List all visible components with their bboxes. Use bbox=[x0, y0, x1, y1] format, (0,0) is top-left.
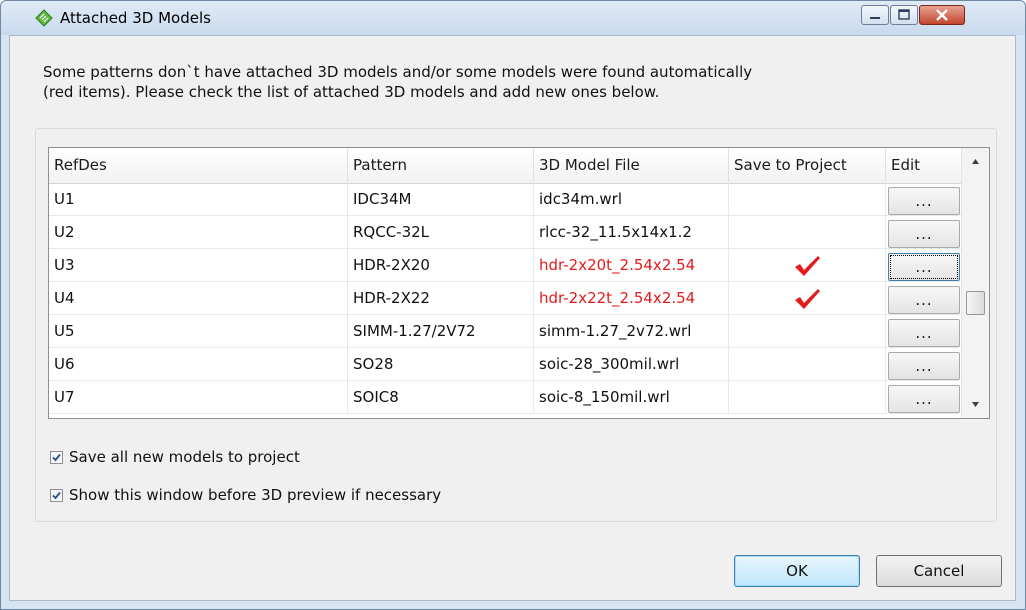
column-header-edit[interactable]: Edit bbox=[886, 148, 962, 183]
models-grid[interactable]: RefDes Pattern 3D Model File Save to Pro… bbox=[48, 147, 990, 419]
cell-edit: ... bbox=[886, 249, 962, 281]
cell-edit: ... bbox=[886, 348, 962, 380]
instructions-text: Some patterns don`t have attached 3D mod… bbox=[43, 62, 963, 102]
app-icon bbox=[35, 9, 53, 27]
cell-pattern[interactable]: HDR-2X20 bbox=[348, 249, 534, 281]
cell-refdes[interactable]: U5 bbox=[49, 315, 348, 347]
save-all-option[interactable]: Save all new models to project bbox=[50, 447, 300, 467]
edit-model-button[interactable]: ... bbox=[888, 253, 960, 281]
grid-rows: U1 IDC34M idc34m.wrl... U2 RQCC-32L rlcc-32_1… bbox=[49, 183, 962, 414]
scrollbar-thumb[interactable] bbox=[966, 291, 985, 315]
table-row[interactable]: U7 SOIC8 soic-8_150mil.wrl... bbox=[49, 381, 962, 414]
cell-refdes[interactable]: U3 bbox=[49, 249, 348, 281]
cancel-button[interactable]: Cancel bbox=[876, 555, 1002, 587]
cell-pattern[interactable]: HDR-2X22 bbox=[348, 282, 534, 314]
cell-save-to-project[interactable] bbox=[729, 216, 886, 248]
cell-save-to-project[interactable] bbox=[729, 348, 886, 380]
instructions-line-1: Some patterns don`t have attached 3D mod… bbox=[43, 63, 753, 81]
cell-save-to-project[interactable] bbox=[729, 282, 886, 314]
vertical-scrollbar[interactable] bbox=[961, 148, 989, 418]
table-row[interactable]: U4 HDR-2X22 hdr-2x22t_2.54x2.54... bbox=[49, 282, 962, 315]
cell-refdes[interactable]: U6 bbox=[49, 348, 348, 380]
table-row[interactable]: U6 SO28 soic-28_300mil.wrl... bbox=[49, 348, 962, 381]
cell-edit: ... bbox=[886, 381, 962, 413]
cell-edit: ... bbox=[886, 315, 962, 347]
cell-refdes[interactable]: U7 bbox=[49, 381, 348, 413]
cell-edit: ... bbox=[886, 183, 962, 215]
cell-pattern[interactable]: RQCC-32L bbox=[348, 216, 534, 248]
cell-pattern[interactable]: SO28 bbox=[348, 348, 534, 380]
cell-model-file[interactable]: idc34m.wrl bbox=[534, 183, 729, 215]
show-window-option[interactable]: Show this window before 3D preview if ne… bbox=[50, 485, 441, 505]
cell-save-to-project[interactable] bbox=[729, 315, 886, 347]
edit-model-button[interactable]: ... bbox=[888, 319, 960, 347]
table-row[interactable]: U1 IDC34M idc34m.wrl... bbox=[49, 183, 962, 216]
cell-model-file[interactable]: soic-8_150mil.wrl bbox=[534, 381, 729, 413]
cell-save-to-project[interactable] bbox=[729, 183, 886, 215]
edit-model-button[interactable]: ... bbox=[888, 286, 960, 314]
checkbox-check-icon bbox=[52, 491, 61, 499]
column-header-model-file[interactable]: 3D Model File bbox=[534, 148, 729, 183]
instructions-line-2: (red items). Please check the list of at… bbox=[43, 83, 660, 101]
table-row[interactable]: U5 SIMM-1.27/2V72 simm-1.27_2v72.wrl... bbox=[49, 315, 962, 348]
scroll-up-arrow-icon[interactable] bbox=[962, 148, 989, 175]
cell-refdes[interactable]: U4 bbox=[49, 282, 348, 314]
minimize-button[interactable] bbox=[861, 5, 889, 25]
edit-model-button[interactable]: ... bbox=[888, 187, 960, 215]
cell-model-file[interactable]: hdr-2x22t_2.54x2.54 bbox=[534, 282, 729, 314]
table-row[interactable]: U3 HDR-2X20 hdr-2x20t_2.54x2.54... bbox=[49, 249, 962, 282]
save-all-label: Save all new models to project bbox=[69, 448, 300, 466]
window-title: Attached 3D Models bbox=[60, 9, 211, 27]
cell-save-to-project[interactable] bbox=[729, 381, 886, 413]
cell-refdes[interactable]: U1 bbox=[49, 183, 348, 215]
cell-model-file[interactable]: hdr-2x20t_2.54x2.54 bbox=[534, 249, 729, 281]
cell-model-file[interactable]: simm-1.27_2v72.wrl bbox=[534, 315, 729, 347]
edit-model-button[interactable]: ... bbox=[888, 352, 960, 380]
checkbox-check-icon bbox=[52, 453, 61, 461]
minimize-icon bbox=[870, 17, 880, 19]
cell-pattern[interactable]: SIMM-1.27/2V72 bbox=[348, 315, 534, 347]
save-all-checkbox[interactable] bbox=[50, 450, 63, 464]
cell-pattern[interactable]: IDC34M bbox=[348, 183, 534, 215]
title-bar[interactable]: Attached 3D Models bbox=[1, 1, 1025, 35]
cell-refdes[interactable]: U2 bbox=[49, 216, 348, 248]
edit-model-button[interactable]: ... bbox=[888, 385, 960, 413]
column-header-refdes[interactable]: RefDes bbox=[49, 148, 348, 183]
maximize-icon bbox=[898, 9, 910, 20]
column-header-save-to-project[interactable]: Save to Project bbox=[729, 148, 886, 183]
cell-edit: ... bbox=[886, 282, 962, 314]
cell-model-file[interactable]: soic-28_300mil.wrl bbox=[534, 348, 729, 380]
show-window-label: Show this window before 3D preview if ne… bbox=[69, 486, 442, 504]
close-icon bbox=[936, 9, 948, 21]
column-header-pattern[interactable]: Pattern bbox=[348, 148, 534, 183]
table-row[interactable]: U2 RQCC-32L rlcc-32_11.5x14x1.2... bbox=[49, 216, 962, 249]
checkmark-icon bbox=[795, 255, 820, 276]
close-button[interactable] bbox=[919, 5, 965, 25]
grid-header: RefDes Pattern 3D Model File Save to Pro… bbox=[49, 148, 962, 184]
maximize-button[interactable] bbox=[890, 5, 918, 25]
show-window-checkbox[interactable] bbox=[50, 488, 63, 502]
scroll-down-arrow-icon[interactable] bbox=[962, 391, 989, 418]
cell-save-to-project[interactable] bbox=[729, 249, 886, 281]
cell-pattern[interactable]: SOIC8 bbox=[348, 381, 534, 413]
edit-model-button[interactable]: ... bbox=[888, 220, 960, 248]
cell-edit: ... bbox=[886, 216, 962, 248]
checkmark-icon bbox=[795, 288, 820, 309]
ok-button[interactable]: OK bbox=[734, 555, 860, 587]
cell-model-file[interactable]: rlcc-32_11.5x14x1.2 bbox=[534, 216, 729, 248]
